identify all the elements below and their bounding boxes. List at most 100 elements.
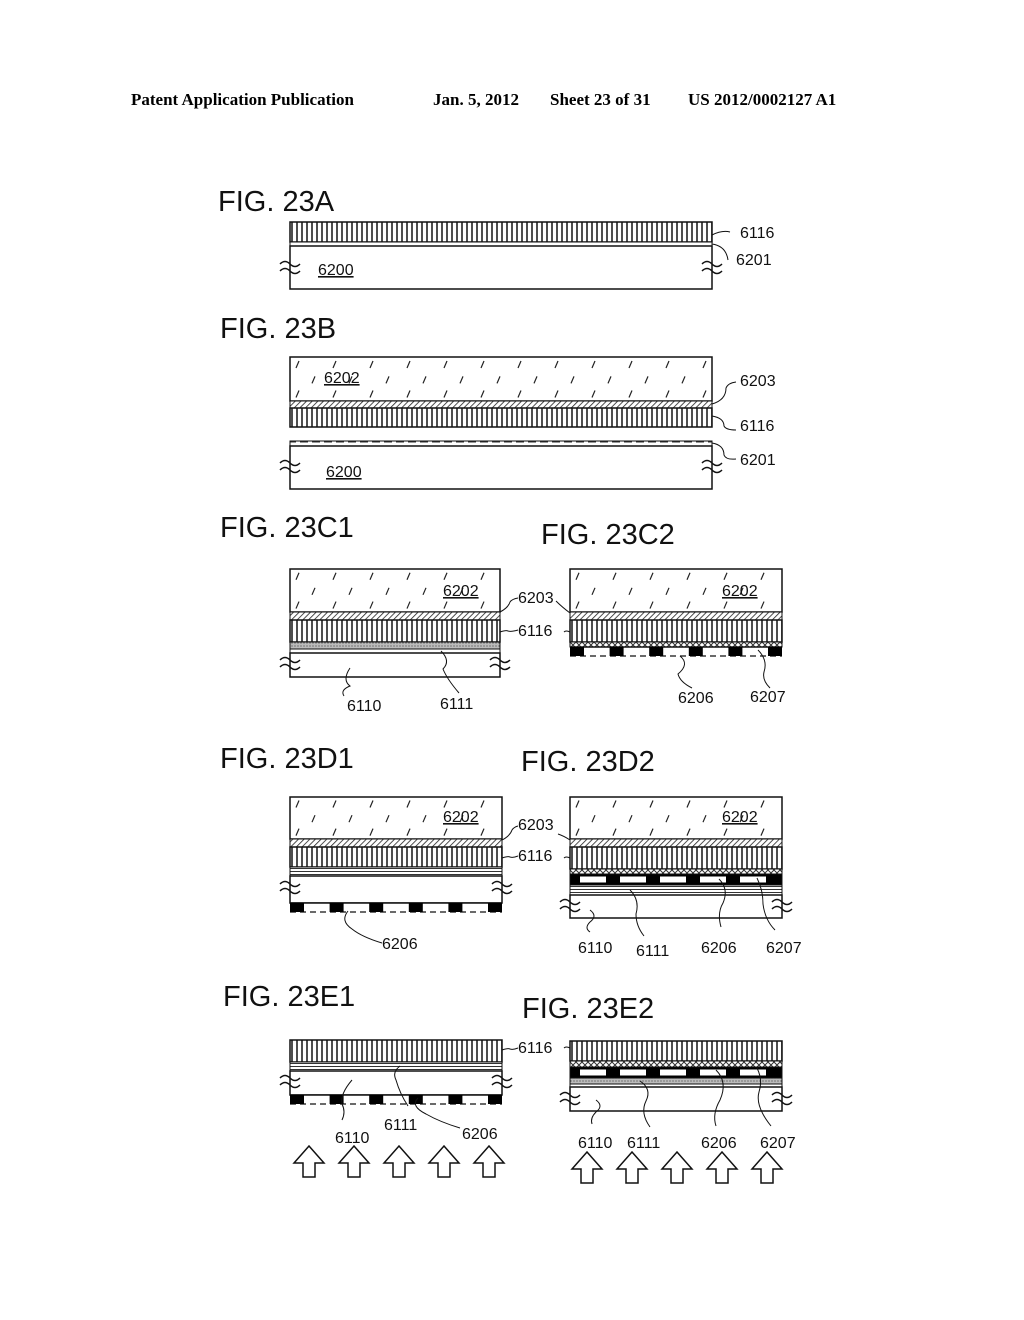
fig-23e1-diagram: 6116 6110 6111 6206 (279, 1039, 553, 1178)
electrode-block (369, 903, 384, 912)
fig-23e2-label: FIG. 23E2 (522, 993, 654, 1025)
ref-6116: 6116 (518, 623, 553, 640)
layer-6116 (569, 1040, 783, 1062)
layer-6203 (289, 611, 501, 621)
ref-6206: 6206 (462, 1126, 498, 1143)
electrode-block (448, 903, 463, 912)
light-arrows (292, 1144, 506, 1178)
fig-23b-diagram: 6202 6200 6203 6116 6201 (279, 356, 776, 490)
ref-6200: 6200 (318, 262, 354, 279)
electrode-block (688, 647, 703, 656)
ref-6200: 6200 (326, 464, 362, 481)
electrode-block (768, 647, 782, 656)
fig-23c2-diagram: 6202 6206 6207 (555, 568, 786, 707)
layer-6116 (569, 846, 783, 870)
ref-6110: 6110 (335, 1130, 370, 1147)
ref-6206: 6206 (678, 690, 714, 707)
ref-6203: 6203 (518, 817, 554, 834)
layer-6111 (289, 866, 503, 877)
substrate-6110 (289, 875, 503, 904)
ref-6207: 6207 (750, 689, 786, 706)
layer-6116 (289, 221, 713, 243)
electrode-block (488, 903, 502, 912)
ref-6111: 6111 (384, 1117, 417, 1134)
fig-23d1-diagram: 6202 6203 6116 6206 (279, 796, 554, 953)
ref-6202: 6202 (443, 809, 479, 826)
electrode-pattern-6206 (569, 1066, 783, 1079)
light-arrows (570, 1150, 784, 1184)
ref-6111: 6111 (627, 1135, 660, 1152)
ref-6202: 6202 (324, 370, 360, 387)
ref-6207: 6207 (760, 1135, 796, 1152)
layer-6111 (289, 641, 501, 650)
up-arrow-icon (660, 1150, 694, 1184)
fig-23c2-label: FIG. 23C2 (541, 519, 675, 551)
electrode-window (740, 876, 766, 883)
ref-6110: 6110 (347, 698, 382, 715)
electrode-pattern-6206 (570, 646, 782, 657)
layer-6111 (569, 884, 783, 896)
electrode-block (290, 1095, 304, 1104)
up-arrow-icon (472, 1144, 506, 1178)
electrode-pattern-6206 (290, 1094, 502, 1105)
layer-6203 (289, 400, 713, 409)
substrate-6110 (569, 894, 783, 919)
electrode-block (728, 647, 743, 656)
layer-6207 (569, 1060, 783, 1068)
layer-6116 (289, 1039, 503, 1063)
up-arrow-icon (292, 1144, 326, 1178)
layer-6116 (289, 619, 501, 643)
layer-6116 (569, 619, 783, 643)
ref-6116: 6116 (740, 225, 775, 242)
ref-6206: 6206 (701, 940, 737, 957)
fig-23e1-label: FIG. 23E1 (223, 981, 355, 1013)
electrode-block (609, 647, 624, 656)
patent-drawing: FIG. 23A FIG. 23B FIG. 23C1 FIG. 23C2 FI… (218, 186, 802, 1184)
ref-6111: 6111 (440, 696, 473, 713)
fig-23a-diagram: 6200 6116 6201 (279, 221, 775, 290)
ref-6110: 6110 (578, 1135, 613, 1152)
electrode-block (448, 1095, 463, 1104)
up-arrow-icon (427, 1144, 461, 1178)
fig-23c1-diagram: 6202 6203 6116 6110 6111 (279, 568, 554, 715)
up-arrow-icon (570, 1150, 604, 1184)
fig-23c1-label: FIG. 23C1 (220, 512, 354, 544)
ref-6116: 6116 (740, 418, 775, 435)
ref-6207: 6207 (766, 940, 802, 957)
ref-6202: 6202 (722, 583, 758, 600)
fig-23b-label: FIG. 23B (220, 313, 336, 345)
electrode-window (620, 1069, 646, 1076)
electrode-block (329, 903, 344, 912)
layer-6207 (569, 868, 783, 875)
electrode-block (290, 903, 304, 912)
up-arrow-icon (705, 1150, 739, 1184)
ref-6203: 6203 (740, 373, 776, 390)
electrode-window (660, 1069, 686, 1076)
electrode-window (740, 1069, 766, 1076)
electrode-pattern-6206 (290, 902, 502, 913)
fig-23d2-diagram: 6202 6110 6111 6206 6207 (557, 796, 802, 960)
layer-6111 (569, 1077, 783, 1085)
fig-23d1-label: FIG. 23D1 (220, 743, 354, 775)
ref-6202: 6202 (722, 809, 758, 826)
electrode-window (660, 876, 686, 883)
electrode-window (700, 876, 726, 883)
ref-6111: 6111 (636, 943, 669, 960)
electrode-block (570, 647, 584, 656)
electrode-block (649, 647, 664, 656)
electrode-window (700, 1069, 726, 1076)
electrode-window (580, 1069, 606, 1076)
fig-23a-label: FIG. 23A (218, 186, 335, 218)
electrode-block (408, 903, 423, 912)
ref-6110: 6110 (578, 940, 613, 957)
ref-6201: 6201 (740, 452, 776, 469)
substrate-6110 (569, 1086, 783, 1112)
up-arrow-icon (337, 1144, 371, 1178)
layer-6203 (569, 838, 783, 848)
up-arrow-icon (382, 1144, 416, 1178)
layer-6203 (569, 611, 783, 621)
up-arrow-icon (615, 1150, 649, 1184)
ref-6116: 6116 (518, 1040, 553, 1057)
ref-6202: 6202 (443, 583, 479, 600)
fig-23d2-label: FIG. 23D2 (521, 746, 655, 778)
